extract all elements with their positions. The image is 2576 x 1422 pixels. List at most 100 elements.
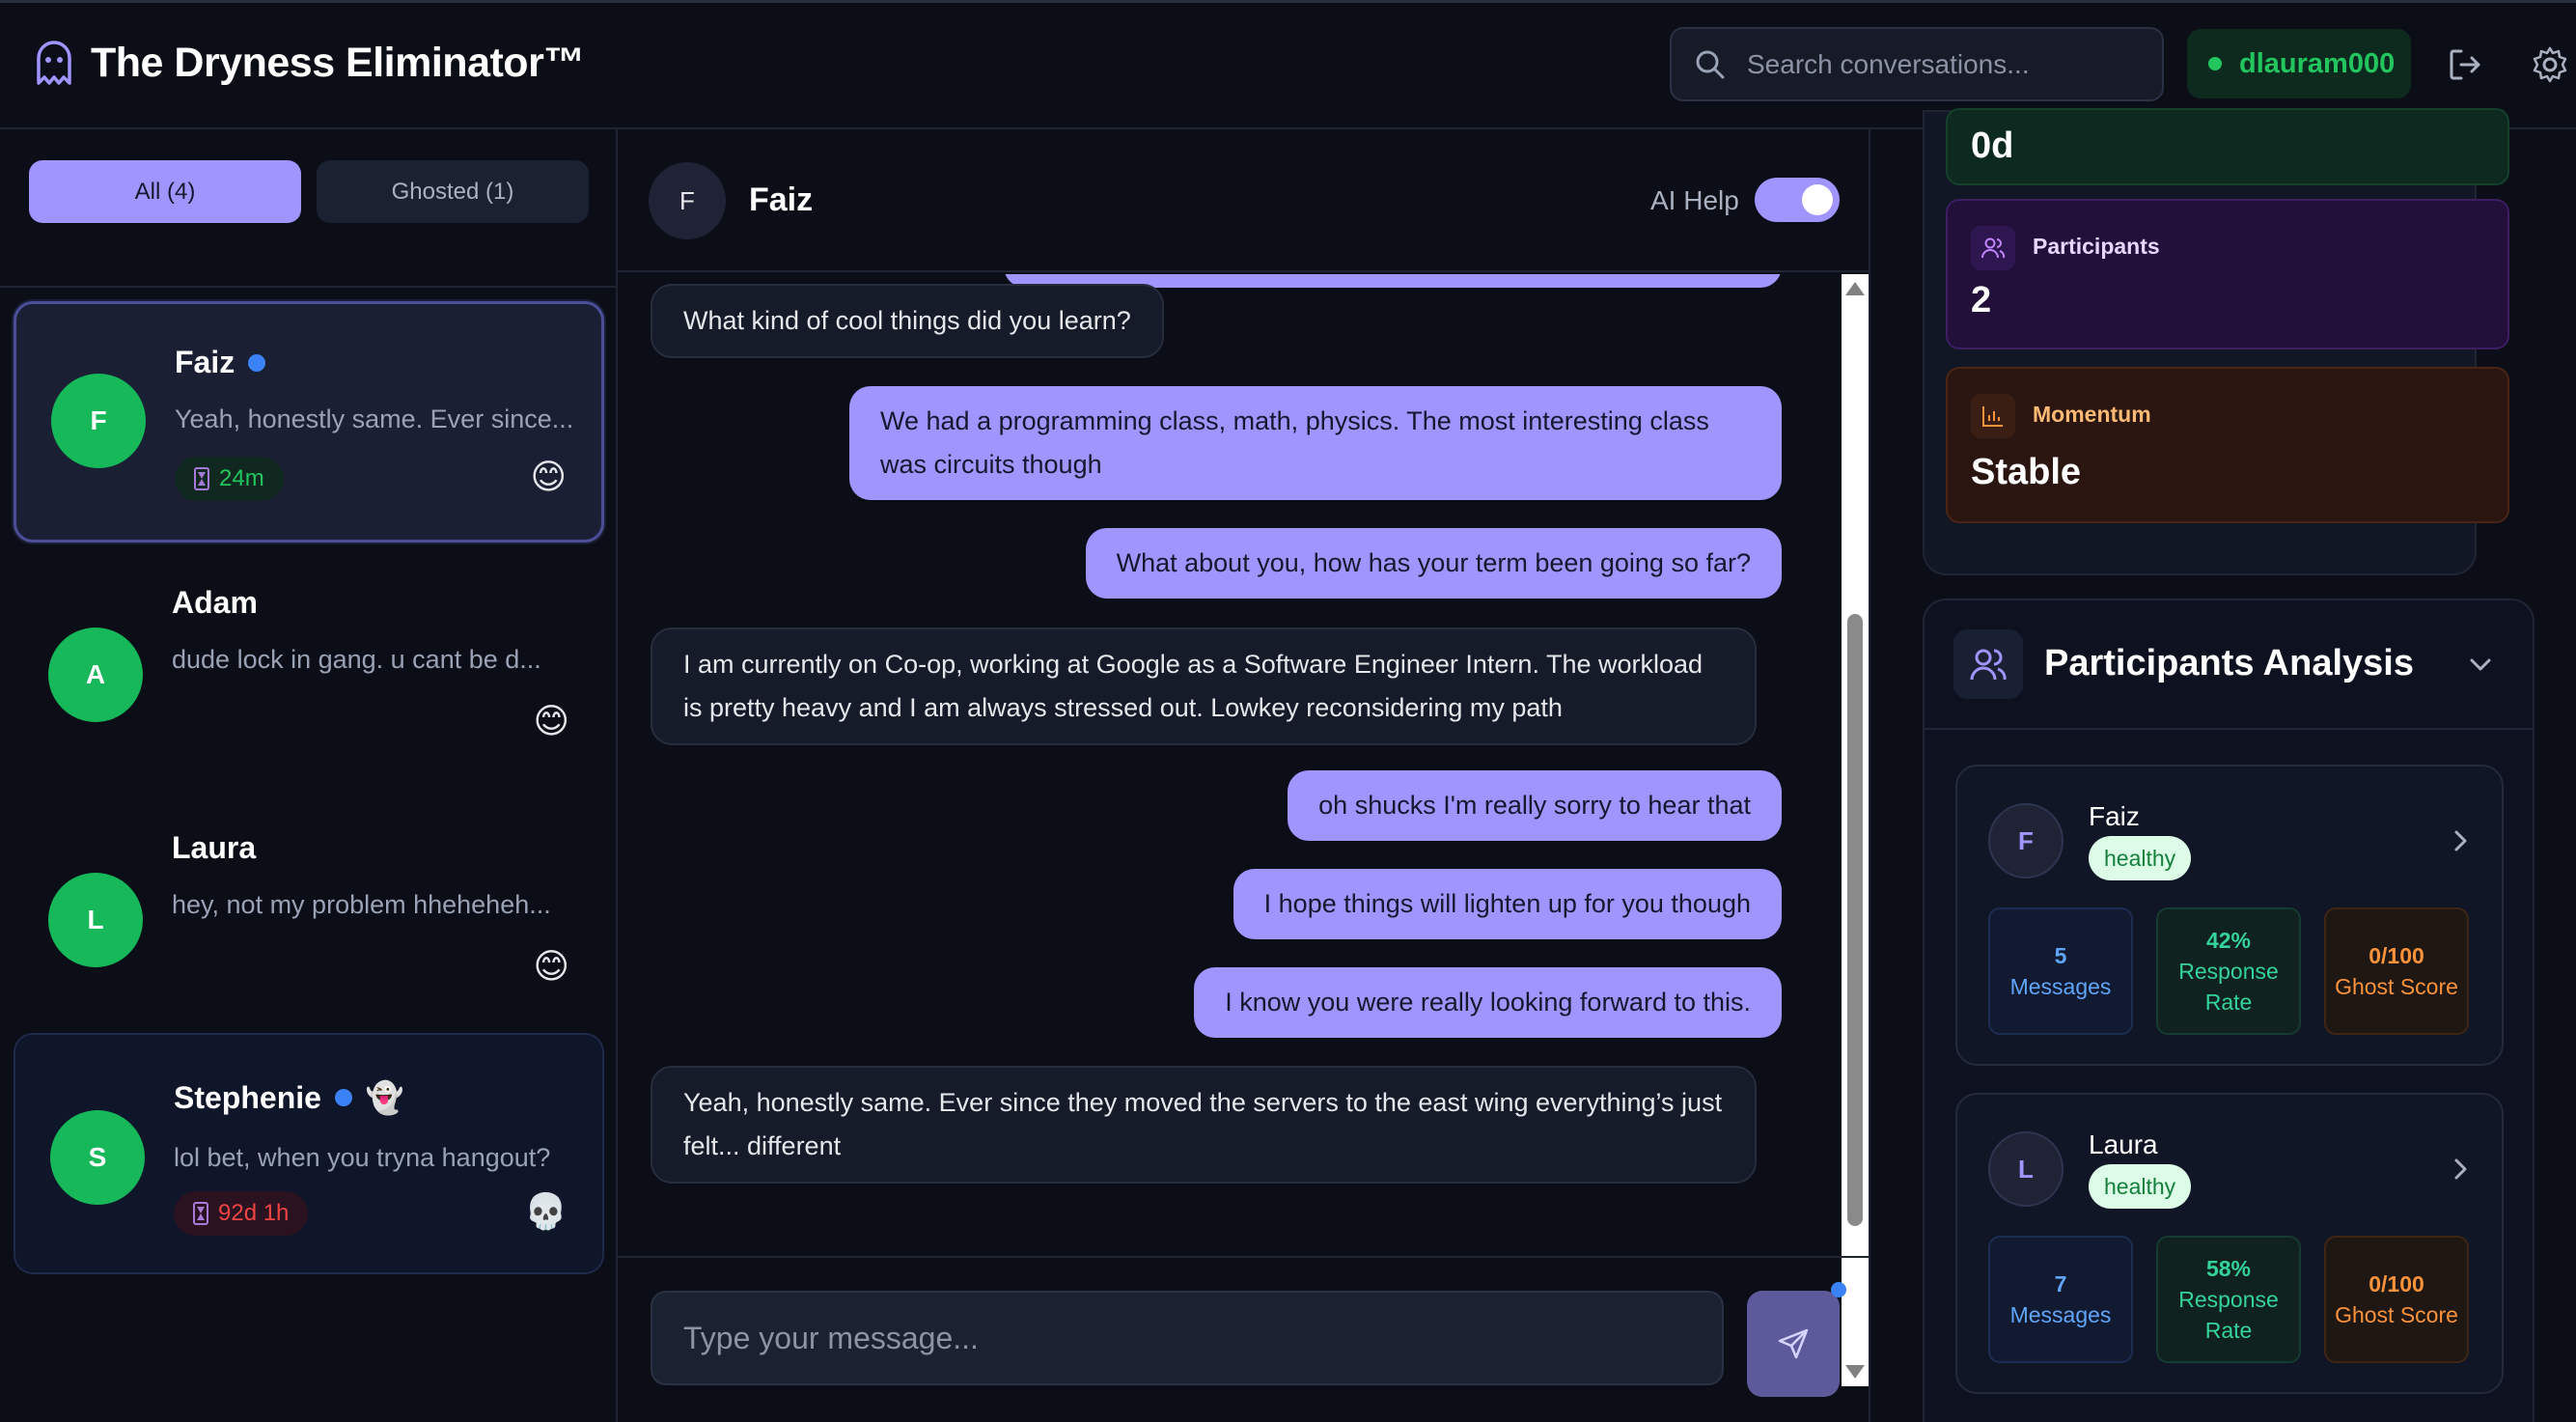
avatar: S <box>50 1110 145 1205</box>
unread-indicator <box>334 1089 352 1106</box>
avatar: A <box>48 627 143 722</box>
metric-value: 42% <box>2205 928 2252 953</box>
status-badge: healthy <box>2089 1164 2192 1209</box>
conversation-name: Faiz <box>175 345 235 379</box>
conversation-preview: dude lock in gang. u cant be d... <box>172 645 541 674</box>
chevron-right-icon[interactable] <box>2448 826 2473 855</box>
unread-indicator <box>248 353 266 372</box>
ai-help-label: AI Help <box>1650 185 1739 215</box>
message-bubble: I know you were really looking forward t… <box>1194 967 1782 1038</box>
conversation-item-adam[interactable]: A Adam dude lock in gang. u cant be d...… <box>14 546 604 788</box>
conversation-name: Stephenie <box>174 1079 321 1115</box>
send-button[interactable] <box>1747 1291 1840 1397</box>
message-list[interactable]: What kind of cool things did you learn? … <box>618 274 1842 1386</box>
search-icon <box>1696 50 1725 78</box>
metric-response-rate: 58% Response Rate <box>2156 1236 2301 1363</box>
chevron-down-icon[interactable] <box>2465 649 2496 680</box>
metric-ghost-score: 0/100 Ghost Score <box>2324 1236 2469 1363</box>
chat-contact-name: Faiz <box>749 181 814 218</box>
conversation-list-panel: All (4) Ghosted (1) F Faiz Yeah, honestl… <box>0 129 618 1422</box>
conversation-item-stephenie[interactable]: S Stephenie 👻 lol bet, when you tryna ha… <box>14 1033 604 1274</box>
hourglass-icon <box>194 467 209 490</box>
conversation-stats-card: 0d Participants 2 Momentum Stable <box>1923 108 2509 575</box>
message-bubble: I hope things will lighten up for you th… <box>1233 869 1782 939</box>
metric-label: Messages <box>2009 974 2112 999</box>
bar-chart-icon <box>1971 394 2015 438</box>
scroll-thumb[interactable] <box>1847 614 1863 1226</box>
conversation-preview: lol bet, when you tryna hangout? <box>174 1143 551 1172</box>
message-input[interactable] <box>651 1291 1724 1385</box>
message-bubble: oh shucks I'm really sorry to hear that <box>1288 770 1782 841</box>
participant-card-laura[interactable]: L Laura healthy 7 Messages 58% Response … <box>1955 1093 2504 1394</box>
stat-value: 2 <box>1971 280 1992 321</box>
metric-value: 0/100 <box>2368 1271 2424 1297</box>
mood-emoji: 😊 <box>533 946 569 986</box>
send-icon <box>1778 1328 1809 1359</box>
timer-value: 24m <box>219 465 264 491</box>
search-bar[interactable] <box>1670 27 2164 101</box>
brand[interactable]: The Dryness Eliminator™ <box>35 40 585 87</box>
participants-analysis-header[interactable]: Participants Analysis <box>1925 600 2533 730</box>
metric-value: 7 <box>2054 1271 2067 1297</box>
metric-messages: 5 Messages <box>1988 907 2133 1035</box>
stat-participants: Participants 2 <box>1946 199 2509 349</box>
tab-ghosted[interactable]: Ghosted (1) <box>317 160 589 223</box>
hourglass-icon <box>193 1202 208 1225</box>
gear-icon[interactable] <box>2531 45 2569 84</box>
message-bubble: What kind of cool things did you learn? <box>651 284 1164 358</box>
user-status-pill[interactable]: dlauram000 <box>2187 29 2411 98</box>
users-icon <box>1953 629 2023 699</box>
metric-label: Ghost Score <box>2335 1302 2458 1327</box>
scroll-up-arrow[interactable] <box>1845 282 1865 295</box>
metric-label: Messages <box>2009 1302 2112 1327</box>
timer-badge: 24m <box>175 457 284 501</box>
metric-value: 0/100 <box>2368 943 2424 968</box>
conversation-item-faiz[interactable]: F Faiz Yeah, honestly same. Ever since..… <box>14 301 604 543</box>
conversation-name-row: Stephenie 👻 <box>174 1079 404 1116</box>
stat-label: Participants <box>2033 234 2160 259</box>
status-badge: healthy <box>2089 836 2192 880</box>
insights-panel: 0d Participants 2 Momentum Stable Partic… <box>1872 108 2576 1422</box>
participants-analysis-card: Participants Analysis F Faiz healthy 5 M… <box>1923 599 2534 1422</box>
search-input[interactable] <box>1747 48 2133 80</box>
metric-ghost-score: 0/100 Ghost Score <box>2324 907 2469 1035</box>
message-bubble: Yeah, honestly same. Ever since they mov… <box>651 1066 1757 1184</box>
metric-value: 58% <box>2205 1256 2252 1281</box>
stat-label: Momentum <box>2033 402 2151 427</box>
metric-label: Response Rate <box>2178 1287 2279 1343</box>
ghost-logo-icon <box>37 40 71 85</box>
scroll-down-arrow[interactable] <box>1845 1365 1865 1379</box>
chat-panel: F Faiz AI Help What kind of cool things … <box>618 129 1870 1422</box>
composer-divider <box>618 1256 1869 1258</box>
conversation-name-row: Faiz <box>175 345 266 380</box>
filter-tabs: All (4) Ghosted (1) <box>29 160 589 223</box>
chevron-right-icon[interactable] <box>2448 1155 2473 1184</box>
mood-emoji: 😊 <box>530 457 567 496</box>
divider <box>0 286 616 288</box>
stat-value: Stable <box>1971 452 2082 492</box>
toggle-knob <box>1802 184 1833 215</box>
metric-value: 5 <box>2054 943 2067 968</box>
message-scrollbar[interactable] <box>1842 274 1869 1386</box>
stat-momentum: Momentum Stable <box>1946 367 2509 523</box>
metric-messages: 7 Messages <box>1988 1236 2133 1363</box>
ghost-icon: 👻 <box>365 1080 404 1115</box>
message-bubble: I am currently on Co-op, working at Goog… <box>651 627 1757 745</box>
avatar: L <box>48 873 143 967</box>
conversation-name: Laura <box>172 830 257 865</box>
avatar: F <box>649 162 726 239</box>
conversation-item-laura[interactable]: L Laura hey, not my problem hheheheh... … <box>14 790 604 1031</box>
chat-header: F Faiz AI Help <box>618 129 1869 272</box>
conversation-preview: Yeah, honestly same. Ever since... <box>175 404 574 433</box>
metric-label: Response Rate <box>2178 959 2279 1015</box>
stat-duration: 0d <box>1946 108 2509 185</box>
conversation-name: Adam <box>172 585 258 620</box>
ai-help-toggle[interactable] <box>1755 178 1840 222</box>
message-bubble: We had a programming class, math, physic… <box>849 386 1782 500</box>
conversation-preview: hey, not my problem hheheheh... <box>172 890 551 919</box>
username: dlauram000 <box>2239 47 2396 79</box>
participant-name: Laura <box>2089 1129 2158 1159</box>
participant-card-faiz[interactable]: F Faiz healthy 5 Messages 42% Response R… <box>1955 765 2504 1066</box>
logout-icon[interactable] <box>2446 45 2484 84</box>
tab-all[interactable]: All (4) <box>29 160 301 223</box>
